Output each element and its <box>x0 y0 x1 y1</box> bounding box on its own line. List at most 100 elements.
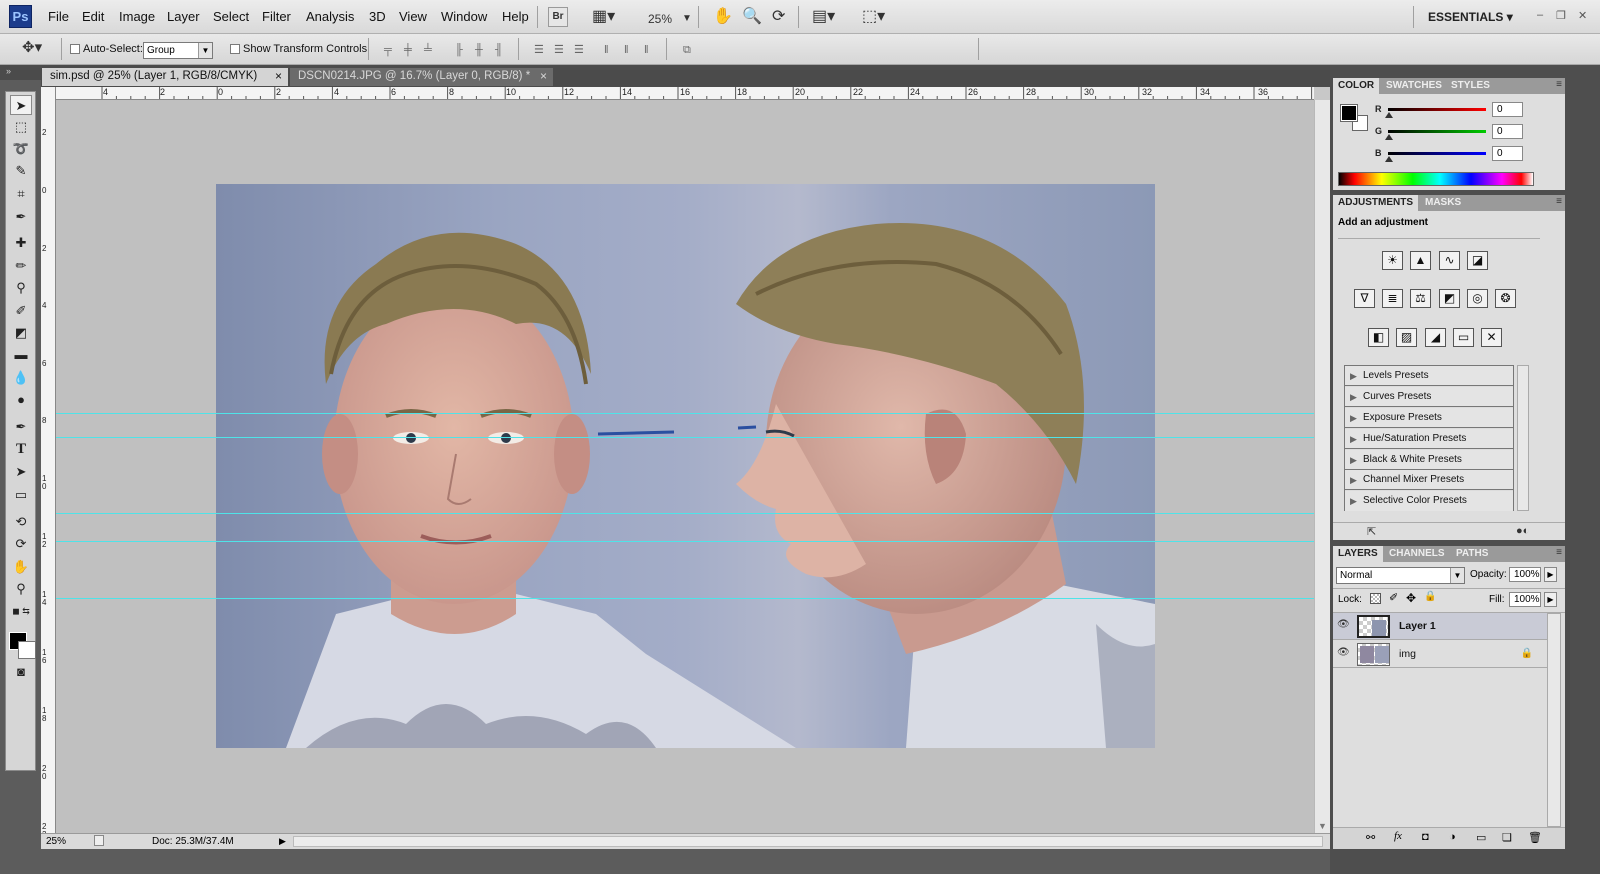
tab-styles[interactable]: STYLES <box>1446 78 1495 94</box>
lock-transparency-icon[interactable] <box>1370 593 1381 604</box>
tab-dscn0214-jpg[interactable]: DSCN0214.JPG @ 16.7% (Layer 0, RGB/8) * … <box>290 68 553 86</box>
menu-window[interactable]: Window <box>441 9 487 24</box>
r-slider[interactable] <box>1388 108 1486 111</box>
blend-mode-dropdown[interactable]: Normal ▼ <box>1336 567 1465 584</box>
opacity-input[interactable]: 100% <box>1509 567 1541 582</box>
lock-pixels-icon[interactable]: ✐ <box>1389 591 1398 604</box>
menu-help[interactable]: Help <box>502 9 529 24</box>
g-slider[interactable] <box>1388 130 1486 133</box>
b-value-input[interactable]: 0 <box>1492 146 1523 161</box>
new-adjustment-layer-icon[interactable]: ◑ <box>1449 831 1456 843</box>
status-zoom[interactable]: 25% <box>46 834 66 849</box>
preset-hue-saturation[interactable]: ▶ Hue/Saturation Presets <box>1345 429 1513 449</box>
collapse-tools-icon[interactable]: » <box>6 66 11 76</box>
distribute-left-icon[interactable]: ‖ <box>604 44 618 56</box>
link-layers-icon[interactable]: ⚯ <box>1366 831 1375 844</box>
photo-filter-icon[interactable]: ◎ <box>1467 289 1488 308</box>
return-to-list-icon[interactable]: ⇱ <box>1367 525 1376 538</box>
guide-line[interactable] <box>56 513 1314 514</box>
guide-line[interactable] <box>56 413 1314 414</box>
menu-filter[interactable]: Filter <box>262 9 291 24</box>
g-slider-thumb[interactable] <box>1385 134 1393 140</box>
gradient-tool-icon[interactable]: ▬ <box>10 345 32 365</box>
exposure-icon[interactable]: ◪ <box>1467 251 1488 270</box>
rotate-view-icon[interactable]: ⟳ <box>772 7 785 27</box>
layers-scrollbar[interactable] <box>1547 613 1561 827</box>
type-tool-icon[interactable]: T <box>10 439 32 459</box>
tab-swatches[interactable]: SWATCHES <box>1381 78 1447 94</box>
menu-edit[interactable]: Edit <box>82 9 104 24</box>
threshold-icon[interactable]: ◢ <box>1425 328 1446 347</box>
align-left-icon[interactable]: ╟ <box>455 44 469 56</box>
posterize-icon[interactable]: ▨ <box>1396 328 1417 347</box>
zoom-tool-icon[interactable]: 🔍 <box>742 7 762 27</box>
distribute-right-icon[interactable]: ‖ <box>644 44 658 56</box>
preset-levels[interactable]: ▶ Levels Presets <box>1345 366 1513 386</box>
healing-brush-tool-icon[interactable]: ✚ <box>10 233 32 253</box>
fill-arrow-icon[interactable]: ▶ <box>1544 592 1557 607</box>
tab-masks[interactable]: MASKS <box>1420 195 1466 211</box>
b-slider[interactable] <box>1388 152 1486 155</box>
status-menu-arrow-icon[interactable]: ▶ <box>279 834 286 849</box>
quick-mask-icon[interactable]: ◙ <box>10 662 32 682</box>
r-slider-thumb[interactable] <box>1385 112 1393 118</box>
add-mask-icon[interactable]: ◘ <box>1422 831 1429 843</box>
zoom-dropdown-icon[interactable]: ▼ <box>682 9 692 29</box>
preset-selective-color[interactable]: ▶ Selective Color Presets <box>1345 491 1513 511</box>
preset-exposure[interactable]: ▶ Exposure Presets <box>1345 408 1513 428</box>
preset-channel-mixer[interactable]: ▶ Channel Mixer Presets <box>1345 470 1513 490</box>
layer-name[interactable]: img <box>1399 648 1416 660</box>
pen-tool-icon[interactable]: ✒ <box>10 417 32 437</box>
selective-color-icon[interactable]: ✕ <box>1481 328 1502 347</box>
background-color-swatch[interactable] <box>18 641 36 659</box>
quick-selection-tool-icon[interactable]: ✎ <box>10 161 32 181</box>
delete-layer-icon[interactable]: 🗑 <box>1528 831 1542 844</box>
auto-select-checkbox[interactable] <box>70 44 80 54</box>
menu-analysis[interactable]: Analysis <box>306 9 354 24</box>
marquee-tool-icon[interactable]: ⬚ <box>10 117 32 137</box>
new-layer-icon[interactable]: ❏ <box>1502 831 1512 844</box>
align-hcenter-icon[interactable]: ╫ <box>475 44 489 56</box>
screen-mode-icon[interactable]: ⬚▾ <box>862 7 885 27</box>
distribute-vcenter-icon[interactable]: ☰ <box>554 44 568 56</box>
hue-saturation-icon[interactable]: ≣ <box>1382 289 1403 308</box>
move-tool-icon[interactable]: ➤ <box>10 95 32 115</box>
color-ramp[interactable] <box>1338 172 1534 186</box>
hand-tool-icon[interactable]: ✋ <box>713 7 733 27</box>
crop-tool-icon[interactable]: ⌗ <box>10 184 32 204</box>
visibility-eye-icon[interactable]: 👁 <box>1337 619 1350 630</box>
foreground-color-swatch[interactable] <box>1340 104 1358 122</box>
color-balance-icon[interactable]: ⚖ <box>1410 289 1431 308</box>
guide-line[interactable] <box>56 437 1314 438</box>
menu-image[interactable]: Image <box>119 9 155 24</box>
scroll-down-icon[interactable]: ▼ <box>1318 821 1327 831</box>
visibility-eye-icon[interactable]: 👁 <box>1337 647 1350 658</box>
workspace-switcher[interactable]: ESSENTIALS ▾ <box>1428 10 1513 24</box>
tab-channels[interactable]: CHANNELS <box>1384 546 1450 562</box>
horizontal-ruler[interactable]: 4 2 0 2 4 6 8 10 12 14 16 18 20 22 24 26… <box>56 87 1314 100</box>
align-top-icon[interactable]: ╤ <box>384 44 398 56</box>
tab-adjustments[interactable]: ADJUSTMENTS <box>1333 195 1419 211</box>
align-vcenter-icon[interactable]: ╪ <box>404 44 418 56</box>
lasso-tool-icon[interactable]: ➰ <box>10 139 32 159</box>
panel-menu-icon[interactable]: ≡ <box>1556 547 1562 558</box>
r-value-input[interactable]: 0 <box>1492 102 1523 117</box>
vibrance-icon[interactable]: ∇ <box>1354 289 1375 308</box>
menu-view[interactable]: View <box>399 9 427 24</box>
align-bottom-icon[interactable]: ╧ <box>424 44 438 56</box>
invert-icon[interactable]: ◧ <box>1368 328 1389 347</box>
hand-tool-icon[interactable]: ✋ <box>10 557 32 577</box>
move-tool-preset-icon[interactable]: ✥▾ <box>22 38 42 58</box>
restore-button[interactable]: ❐ <box>1556 9 1566 22</box>
document-canvas[interactable] <box>216 184 1155 748</box>
panel-menu-icon[interactable]: ≡ <box>1556 196 1562 207</box>
distribute-top-icon[interactable]: ☰ <box>534 44 548 56</box>
menu-3d[interactable]: 3D <box>369 9 386 24</box>
zoom-level[interactable]: 25% <box>648 9 672 29</box>
arrange-documents-icon[interactable]: ▤▾ <box>812 7 835 27</box>
preset-curves[interactable]: ▶ Curves Presets <box>1345 387 1513 407</box>
horizontal-scrollbar[interactable] <box>293 836 1323 847</box>
zoom-tool-icon[interactable]: ⚲ <box>10 579 32 599</box>
layer-name[interactable]: Layer 1 <box>1399 620 1436 632</box>
default-colors-icon[interactable]: ◼ ⇆ <box>10 601 32 621</box>
